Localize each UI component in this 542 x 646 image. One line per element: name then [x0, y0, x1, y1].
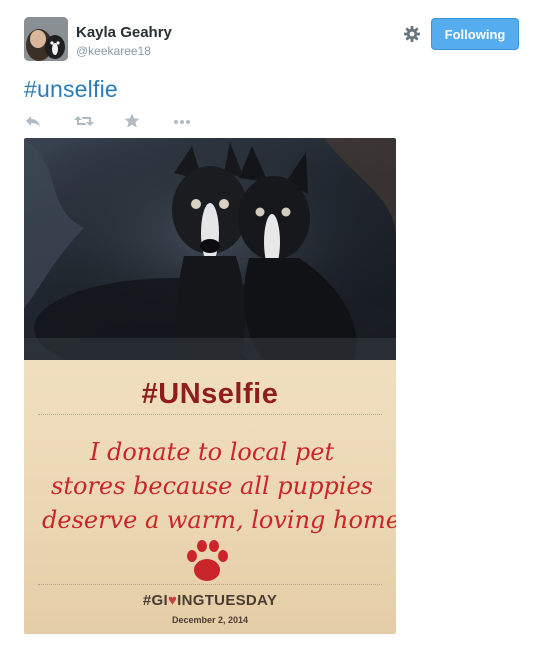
avatar[interactable] [24, 17, 68, 61]
gear-icon[interactable] [402, 24, 422, 44]
handwritten-line-3: deserve a warm, loving home. [42, 506, 396, 534]
display-name[interactable]: Kayla Geahry [76, 24, 172, 41]
following-button[interactable]: Following [431, 18, 519, 50]
retweet-icon[interactable] [73, 112, 95, 130]
hashtag-link[interactable]: #unselfie [24, 76, 118, 102]
favorite-icon[interactable] [123, 112, 141, 130]
handwritten-line-2: stores because all puppies [51, 472, 373, 500]
sign-title: #UNselfie [141, 378, 279, 410]
divider [38, 584, 382, 585]
screen-name[interactable]: @keekaree18 [76, 44, 151, 58]
campaign-prefix: #GI [142, 592, 168, 609]
avatar-photo [24, 17, 68, 61]
tweet-header: Kayla Geahry @keekaree18 Following [0, 0, 542, 70]
giving-tuesday-logo: #GI♥INGTUESDAY [24, 592, 396, 609]
tweet-photo[interactable]: #UNselfie I donate to local pet stores b… [24, 138, 396, 634]
dogs-illustration [24, 138, 396, 360]
handwritten-line-1: I donate to local pet [89, 438, 335, 466]
sign-paper: #UNselfie I donate to local pet stores b… [24, 360, 396, 634]
paw-print-icon [182, 536, 232, 586]
more-icon[interactable] [172, 112, 192, 130]
reply-icon[interactable] [24, 112, 42, 130]
campaign-date: December 2, 2014 [171, 615, 249, 625]
divider [38, 414, 382, 415]
tweet-actions [24, 112, 224, 132]
campaign-suffix: INGTUESDAY [177, 592, 278, 609]
tweet-text: #unselfie [24, 76, 118, 103]
dogs-photo-area [24, 138, 396, 360]
heart-icon: ♥ [167, 592, 178, 609]
